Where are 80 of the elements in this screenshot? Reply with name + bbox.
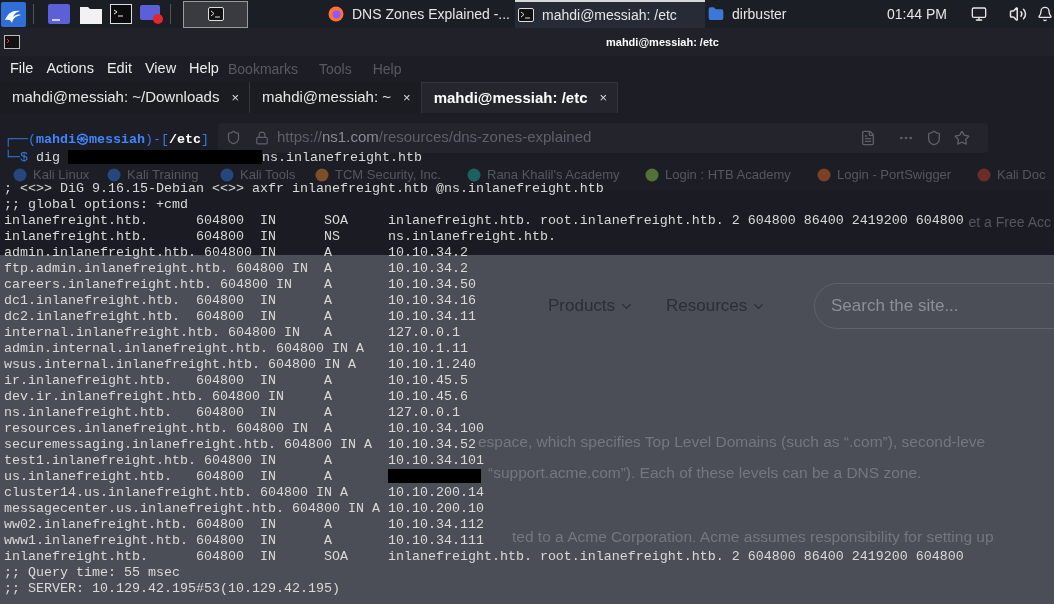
browser-menu-item[interactable]: Help (372, 59, 402, 80)
reader-view-icon[interactable] (860, 129, 876, 146)
menu-item[interactable]: Actions (46, 58, 94, 80)
prompt-frame: └─$ (4, 150, 28, 165)
output-line: internal.inlanefreight.htb. 604800 IN A 127.0.0.1 (4, 325, 460, 341)
free-account-link[interactable]: et a Free Acc (968, 212, 1051, 233)
output-line: ;; SERVER: 10.129.42.195#53(10.129.42.195) (4, 581, 340, 597)
terminal-tab[interactable]: mahdi@messiah: /etc × (421, 82, 619, 113)
output-line: test1.inlanefreight.htb. 604800 IN A 10.10.34.101 (4, 453, 484, 469)
terminal-icon[interactable] (110, 4, 132, 24)
menu-item[interactable]: Edit (106, 58, 132, 80)
command-text: ns.inlanefreight.htb (262, 150, 422, 165)
notification-icon[interactable] (1036, 6, 1053, 22)
shield-icon[interactable] (226, 130, 241, 145)
output-line: dev.ir.inlanefreight.htb. 604800 IN A 10.10.45.6 (4, 389, 468, 405)
output-line: dc1.inlanefreight.htb. 604800 IN A 10.10.34.16 (4, 293, 476, 309)
taskbar-task[interactable]: mahdi@messiah: /etc (515, 0, 705, 28)
volume-icon[interactable] (1008, 5, 1027, 23)
prompt-frame: ] (201, 132, 209, 147)
output-line: admin.internal.inlanefreight.htb. 604800 IN A 10.10.1.11 (4, 341, 468, 357)
firefox-icon (328, 6, 344, 22)
site-icon (645, 168, 659, 182)
terminal-icon (207, 6, 224, 22)
dragon-logo-icon[interactable] (1, 1, 26, 27)
output-line: inlanefreight.htb. 604800 IN NS ns.inlanefreight.htb. (4, 229, 556, 245)
taskbar-task[interactable]: dirbuster (705, 0, 865, 28)
output-line: ; <<>> DiG 9.16.15-Debian <<>> axfr inlanefreight.htb @ns.inlanefreight.htb (4, 181, 604, 197)
site-icon (977, 168, 991, 182)
desktop-icon[interactable] (48, 4, 70, 24)
output-line: dc2.inlanefreight.htb. 604800 IN A 10.10.34.11 (4, 309, 476, 325)
window-button[interactable] (183, 0, 248, 28)
menu-item[interactable]: Help (189, 58, 219, 80)
terminal-icon (4, 35, 20, 49)
display-icon[interactable] (970, 6, 987, 22)
site-icon (220, 168, 234, 182)
command-text: dig (35, 150, 61, 165)
tab-close-button[interactable]: × (599, 88, 608, 108)
lock-icon (255, 130, 269, 145)
prompt-path: /etc (169, 132, 201, 147)
browser-menu-item[interactable]: Tools (319, 59, 352, 80)
bookmark-star-icon[interactable] (954, 129, 970, 146)
prompt-user: mahdi㉿messiah (36, 132, 145, 147)
output-line: ;; Query time: 55 msec (4, 565, 180, 581)
tab-close-button[interactable]: × (403, 87, 411, 108)
output-line: inlanefreight.htb. 604800 IN SOA inlanefreight.htb. root.inlanefreight.htb. 2 604800 86400 2419200 604800 (4, 549, 964, 565)
menu-item[interactable]: File (10, 58, 34, 80)
site-icon (817, 168, 831, 182)
site-icon (107, 168, 121, 182)
clock: 01:44 PM (887, 4, 947, 24)
terminal-icon (518, 7, 534, 23)
output-text: us.inlanefreight.htb. 604800 IN A (4, 469, 333, 484)
output-line: ;; global options: +cmd (4, 197, 188, 213)
output-line: cluster14.us.inlanefreight.htb. 604800 IN A 10.10.200.14 (4, 485, 484, 501)
output-line: resources.inlanefreight.htb. 604800 IN A 10.10.34.100 (4, 421, 484, 437)
site-icon (467, 168, 481, 182)
prompt-frame: ┌──( (4, 132, 36, 147)
output-line: messagecenter.us.inlanefreight.htb. 604800 IN A 10.10.200.10 (4, 501, 484, 517)
output-line: www1.inlanefreight.htb. 604800 IN A 10.10.34.111 (4, 533, 484, 549)
site-icon (315, 168, 329, 182)
output-line: ns.inlanefreight.htb. 604800 IN A 127.0.0.1 (4, 405, 460, 421)
taskbar-task[interactable]: DNS Zones Explained -... (325, 0, 515, 28)
output-line: ww02.inlanefreight.htb. 604800 IN A 10.10.34.112 (4, 517, 484, 533)
menu-item[interactable]: View (144, 58, 177, 80)
screen-recorder-icon[interactable] (140, 3, 164, 25)
url-text: https://ns1.com/resources/dns-zones-explained (277, 127, 592, 148)
output-line: ir.inlanefreight.htb. 604800 IN A 10.10.45.5 (4, 373, 468, 389)
site-icon (13, 168, 27, 182)
url-bar[interactable]: https://ns1.com/resources/dns-zones-explained (218, 122, 988, 153)
output-line: admin.inlanefreight.htb. 604800 IN A 10.10.34.2 (4, 245, 468, 261)
file-manager-icon[interactable] (80, 4, 102, 24)
window-title: mahdi@messiah: /etc (606, 34, 719, 50)
browser-menu-item[interactable]: Bookmarks (228, 59, 299, 80)
tab-close-button[interactable]: × (231, 87, 239, 108)
output-line: careers.inlanefreight.htb. 604800 IN A 10.10.34.50 (4, 277, 476, 293)
prompt-frame: )-[ (145, 132, 169, 147)
output-line: ftp.admin.inlanefreight.htb. 604800 IN A 10.10.34.2 (4, 261, 468, 277)
output-line: wsus.internal.inlanefreight.htb. 604800 IN A 10.10.1.240 (4, 357, 476, 373)
output-line: securemessaging.inlanefreight.htb. 604800 IN A 10.10.34.52 (4, 437, 476, 453)
folder-icon (708, 6, 724, 22)
output-line: inlanefreight.htb. 604800 IN SOA inlanefreight.htb. root.inlanefreight.htb. 2 604800 86400 2419200 604800 (4, 213, 964, 229)
